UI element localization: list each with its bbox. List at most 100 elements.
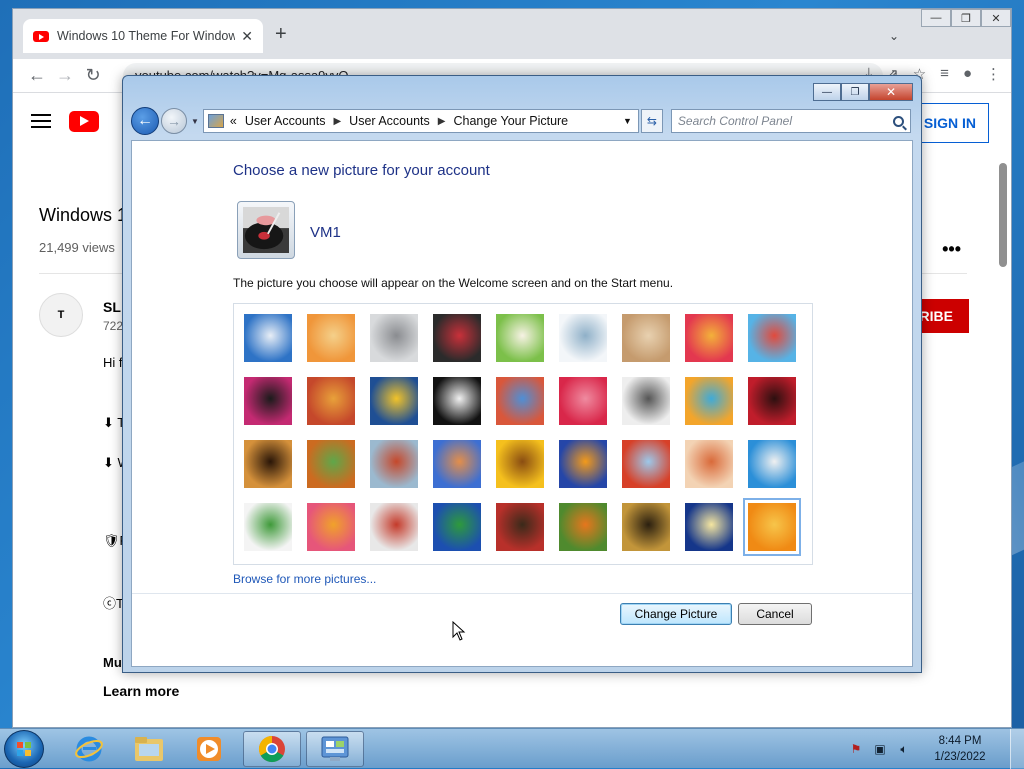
picture-lucky-cat[interactable]: [496, 314, 544, 362]
learn-more-link[interactable]: Learn more: [103, 683, 179, 699]
page-title: Choose a new picture for your account: [233, 162, 490, 179]
chevron-right-icon[interactable]: ▶: [333, 116, 341, 127]
picture-lighthouse[interactable]: [685, 503, 733, 551]
picture-marbles[interactable]: [370, 503, 418, 551]
chrome-window-controls: — ❐ ✕: [921, 9, 1011, 27]
picture-fish[interactable]: [559, 440, 607, 488]
chrome-task[interactable]: [243, 731, 301, 767]
picture-pomeranian[interactable]: [307, 440, 355, 488]
picture-butterfly[interactable]: [559, 503, 607, 551]
picture-dog[interactable]: [433, 377, 481, 425]
minimize-button[interactable]: —: [921, 9, 951, 27]
picture-ball[interactable]: [244, 377, 292, 425]
breadcrumb[interactable]: « User Accounts ▶ User Accounts ▶ Change…: [202, 109, 639, 133]
subscriber-count: 722: [103, 319, 124, 333]
page-scrollbar[interactable]: [999, 163, 1007, 267]
picture-sunflower[interactable]: [496, 440, 544, 488]
address-dropdown-icon[interactable]: ▼: [623, 116, 632, 126]
description-line: ⓒT: [103, 596, 124, 611]
youtube-logo-icon[interactable]: [69, 110, 99, 132]
close-button[interactable]: ✕: [981, 9, 1011, 27]
breadcrumb-item[interactable]: User Accounts: [245, 114, 326, 128]
channel-avatar[interactable]: T: [39, 293, 83, 337]
recent-pages-dropdown-icon[interactable]: ▼: [191, 117, 199, 126]
mouse-cursor-icon: [452, 621, 466, 641]
picture-textile[interactable]: [307, 503, 355, 551]
clock-date: 1/23/2022: [934, 751, 986, 763]
picture-paper-star[interactable]: [559, 377, 607, 425]
browse-more-pictures-link[interactable]: Browse for more pictures...: [233, 572, 376, 586]
picture-gerbera[interactable]: [743, 498, 801, 556]
new-tab-button[interactable]: +: [275, 23, 287, 46]
profile-avatar-icon[interactable]: ●: [963, 65, 972, 83]
cancel-button[interactable]: Cancel: [738, 603, 812, 625]
picture-kitten[interactable]: [622, 314, 670, 362]
browser-tab[interactable]: Windows 10 Theme For Windows ✕: [23, 19, 263, 53]
close-button[interactable]: ✕: [869, 83, 913, 101]
picture-gyroscope[interactable]: [559, 314, 607, 362]
picture-window[interactable]: [433, 503, 481, 551]
tab-close-icon[interactable]: ✕: [241, 28, 253, 45]
picture-robot-toy[interactable]: [370, 314, 418, 362]
reading-list-icon[interactable]: ≡: [940, 65, 949, 83]
picture-crayons[interactable]: [496, 377, 544, 425]
picture-fabrics[interactable]: [307, 377, 355, 425]
network-icon[interactable]: ▣: [872, 741, 888, 757]
menu-hamburger-icon[interactable]: [31, 114, 51, 128]
dialog-window-controls: — ❐ ✕: [813, 83, 913, 101]
picture-origami-crane[interactable]: [748, 377, 796, 425]
media-player-icon: [197, 737, 221, 761]
search-icon[interactable]: [892, 115, 904, 127]
internet-explorer-task[interactable]: [60, 731, 118, 767]
youtube-favicon-icon: [33, 30, 49, 42]
picture-turntable[interactable]: [433, 314, 481, 362]
media-player-task[interactable]: [180, 731, 238, 767]
sign-in-button[interactable]: SIGN IN: [910, 103, 989, 143]
picture-soccer-ball[interactable]: [244, 503, 292, 551]
picture-sailboat[interactable]: [748, 440, 796, 488]
volume-icon[interactable]: 🔈︎: [896, 741, 912, 757]
back-arrow-icon[interactable]: ←: [23, 65, 51, 86]
picture-tin-robot[interactable]: [370, 440, 418, 488]
picture-guitar[interactable]: [244, 440, 292, 488]
control-panel-icon: [207, 114, 224, 128]
forward-button[interactable]: →: [161, 108, 187, 134]
file-explorer-task[interactable]: [120, 731, 178, 767]
back-button[interactable]: ←: [131, 107, 159, 135]
picture-balloon[interactable]: [622, 440, 670, 488]
system-tray: ⚑ ▣ 🔈︎ 8:44 PM 1/23/2022: [848, 729, 1024, 769]
picture-stairs[interactable]: [685, 377, 733, 425]
clock[interactable]: 8:44 PM 1/23/2022: [920, 733, 1000, 765]
start-button[interactable]: [4, 730, 44, 768]
minimize-button[interactable]: —: [813, 83, 841, 101]
picture-roller-coaster[interactable]: [244, 314, 292, 362]
action-center-flag-icon[interactable]: ⚑: [848, 741, 864, 757]
channel-name[interactable]: SL: [103, 299, 121, 315]
picture-flower[interactable]: [685, 314, 733, 362]
picture-jacks[interactable]: [622, 377, 670, 425]
picture-leaf[interactable]: [370, 377, 418, 425]
breadcrumb-overflow[interactable]: «: [230, 114, 237, 128]
search-input[interactable]: Search Control Panel: [670, 109, 911, 133]
picture-shell[interactable]: [622, 503, 670, 551]
breadcrumb-item[interactable]: User Accounts: [349, 114, 430, 128]
forward-arrow-icon[interactable]: →: [51, 65, 79, 86]
picture-doll[interactable]: [685, 440, 733, 488]
picture-starfish[interactable]: [307, 314, 355, 362]
menu-kebab-icon[interactable]: ⋮: [986, 65, 1001, 83]
maximize-button[interactable]: ❐: [841, 83, 869, 101]
more-actions-button[interactable]: •••: [942, 239, 961, 260]
control-panel-task[interactable]: [306, 731, 364, 767]
breadcrumb-item[interactable]: Change Your Picture: [453, 114, 568, 128]
picture-scarves[interactable]: [433, 440, 481, 488]
reload-icon[interactable]: ↻: [79, 65, 107, 86]
show-desktop-button[interactable]: [1010, 729, 1024, 769]
chrome-icon: [258, 735, 285, 763]
picture-rug[interactable]: [496, 503, 544, 551]
refresh-icon[interactable]: ⇆: [640, 109, 663, 133]
change-picture-button[interactable]: Change Picture: [620, 603, 732, 625]
chevron-right-icon[interactable]: ▶: [438, 116, 446, 127]
maximize-button[interactable]: ❐: [951, 9, 981, 27]
tab-search-chevron-icon[interactable]: ⌄: [889, 29, 899, 43]
picture-pinwheel[interactable]: [748, 314, 796, 362]
